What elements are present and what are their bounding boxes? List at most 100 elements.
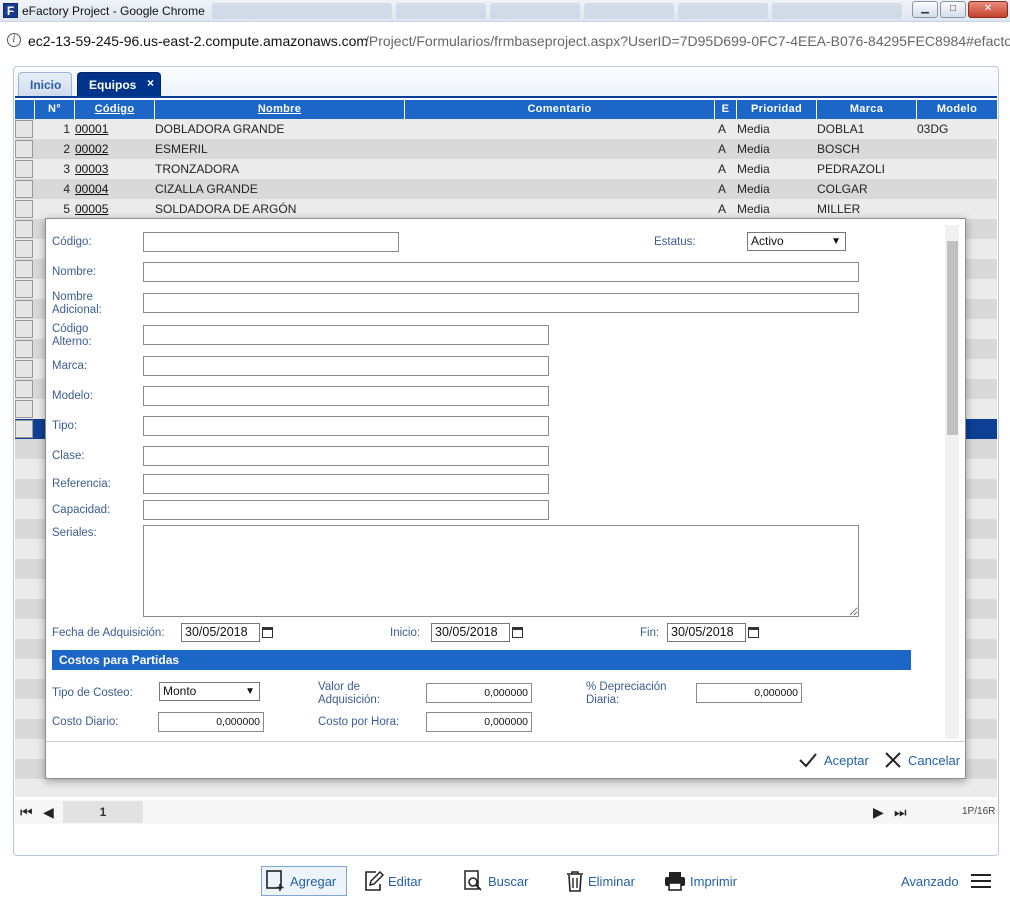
costo-hora-label: Costo por Hora:: [318, 716, 400, 728]
column-header-prioridad[interactable]: Prioridad: [737, 100, 817, 119]
cell-codigo-link[interactable]: 00005: [75, 199, 108, 219]
cell-codigo-link[interactable]: 00002: [75, 139, 108, 159]
page-number[interactable]: 1: [63, 801, 143, 823]
table-row[interactable]: [15, 779, 997, 797]
background-browser-tab[interactable]: [212, 3, 392, 19]
row-selector[interactable]: [15, 140, 33, 158]
modelo-input[interactable]: [143, 386, 549, 406]
first-page-icon[interactable]: ⏮: [20, 804, 33, 821]
column-header-nombre[interactable]: Nombre: [155, 100, 405, 119]
table-row[interactable]: 1 00001 DOBLADORA GRANDE A Media DOBLA1 …: [15, 119, 997, 139]
column-header-codigo[interactable]: Código: [75, 100, 155, 119]
cell-codigo-link[interactable]: 00004: [75, 179, 108, 199]
row-selector[interactable]: [15, 360, 33, 378]
calendar-icon[interactable]: [748, 627, 759, 638]
clase-input[interactable]: [143, 446, 549, 466]
marca-input[interactable]: [143, 356, 549, 376]
tab-inicio[interactable]: Inicio: [18, 72, 72, 96]
row-selector[interactable]: [15, 300, 33, 318]
calendar-icon[interactable]: [512, 627, 523, 638]
tipo-costeo-select[interactable]: Monto ▼: [159, 682, 260, 701]
column-header-comentario[interactable]: Comentario: [405, 100, 715, 119]
nombre-input[interactable]: [143, 262, 859, 282]
eliminar-button[interactable]: Eliminar: [562, 866, 644, 896]
tipo-label: Tipo:: [52, 420, 78, 432]
row-selector[interactable]: [15, 160, 33, 178]
nombre-adicional-input[interactable]: [143, 293, 859, 313]
background-browser-tab[interactable]: [584, 3, 674, 19]
costo-diario-input[interactable]: [158, 712, 264, 732]
cell-marca: PEDRAZOLI: [817, 162, 886, 176]
fecha-adquisicion-input[interactable]: 30/05/2018: [181, 623, 260, 642]
estatus-select[interactable]: Activo ▼: [747, 232, 846, 251]
background-browser-tab[interactable]: [678, 3, 768, 19]
valor-adquisicion-label: Valor de Adquisición:: [318, 681, 381, 706]
row-selector[interactable]: [15, 380, 33, 398]
costo-hora-input[interactable]: [426, 712, 532, 732]
editar-button[interactable]: Editar: [360, 866, 430, 896]
background-browser-tab[interactable]: [772, 3, 902, 19]
cell-prioridad: Media: [737, 202, 770, 216]
calendar-icon[interactable]: [262, 627, 273, 638]
codigo-alterno-input[interactable]: [143, 325, 549, 345]
cancelar-button[interactable]: Cancelar: [884, 752, 960, 768]
tipo-input[interactable]: [143, 416, 549, 436]
capacidad-input[interactable]: [143, 500, 549, 520]
codigo-input[interactable]: [143, 232, 399, 252]
prev-page-icon[interactable]: ◀: [43, 804, 54, 821]
url-path[interactable]: /Project/Formularios/frmbaseproject.aspx…: [365, 33, 1010, 49]
row-selector[interactable]: [15, 420, 33, 438]
table-row[interactable]: 4 00004 CIZALLA GRANDE A Media COLGAR: [15, 179, 997, 199]
address-bar[interactable]: i ec2-13-59-245-96.us-east-2.compute.ama…: [0, 28, 1010, 54]
cell-marca: MILLER: [817, 202, 861, 216]
row-selector[interactable]: [15, 340, 33, 358]
table-row[interactable]: 3 00003 TRONZADORA A Media PEDRAZOLI: [15, 159, 997, 179]
imprimir-label: Imprimir: [690, 873, 737, 889]
inicio-date-input[interactable]: 30/05/2018: [431, 623, 510, 642]
column-header-n[interactable]: N°: [35, 100, 75, 119]
row-selector[interactable]: [15, 400, 33, 418]
table-row[interactable]: 5 00005 SOLDADORA DE ARGÓN A Media MILLE…: [15, 199, 997, 219]
eliminar-label: Eliminar: [588, 873, 635, 889]
background-browser-tab[interactable]: [396, 3, 486, 19]
column-header-e[interactable]: E: [715, 100, 737, 119]
agregar-button[interactable]: Agregar: [261, 866, 347, 896]
valor-adquisicion-input[interactable]: [426, 683, 532, 703]
table-row[interactable]: 2 00002 ESMERIL A Media BOSCH: [15, 139, 997, 159]
url-host[interactable]: ec2-13-59-245-96.us-east-2.compute.amazo…: [28, 33, 368, 49]
depreciacion-input[interactable]: [696, 683, 802, 703]
cell-codigo-link[interactable]: 00001: [75, 119, 108, 139]
aceptar-label: Aceptar: [824, 752, 869, 768]
minimize-button[interactable]: ▁: [912, 1, 938, 18]
fin-date-input[interactable]: 30/05/2018: [667, 623, 746, 642]
cell-codigo-link[interactable]: 00003: [75, 159, 108, 179]
close-tab-icon[interactable]: ×: [147, 76, 154, 90]
cell-e: A: [718, 162, 727, 176]
row-selector[interactable]: [15, 200, 33, 218]
background-browser-tab[interactable]: [490, 3, 580, 19]
aceptar-button[interactable]: Aceptar: [798, 752, 869, 768]
buscar-button[interactable]: Buscar: [460, 866, 536, 896]
form-scrollbar-thumb[interactable]: [947, 241, 958, 435]
info-icon[interactable]: i: [7, 33, 21, 47]
last-page-icon[interactable]: ⏭: [894, 804, 907, 821]
close-window-button[interactable]: ✕: [968, 1, 1008, 18]
column-header-marca[interactable]: Marca: [817, 100, 917, 119]
row-selector[interactable]: [15, 220, 33, 238]
next-page-icon[interactable]: ▶: [873, 804, 884, 821]
column-header-modelo[interactable]: Modelo: [917, 100, 997, 119]
row-selector[interactable]: [15, 240, 33, 258]
check-icon: [799, 753, 817, 768]
referencia-input[interactable]: [143, 474, 549, 494]
maximize-button[interactable]: □: [940, 1, 966, 18]
row-selector[interactable]: [15, 120, 33, 138]
row-selector[interactable]: [15, 260, 33, 278]
imprimir-button[interactable]: Imprimir: [660, 866, 746, 896]
marca-label: Marca:: [52, 360, 88, 372]
codigo-label: Código:: [52, 236, 92, 248]
row-selector[interactable]: [15, 320, 33, 338]
row-selector[interactable]: [15, 180, 33, 198]
seriales-textarea[interactable]: [143, 525, 859, 617]
avanzado-button[interactable]: Avanzado: [897, 866, 995, 896]
row-selector[interactable]: [15, 280, 33, 298]
